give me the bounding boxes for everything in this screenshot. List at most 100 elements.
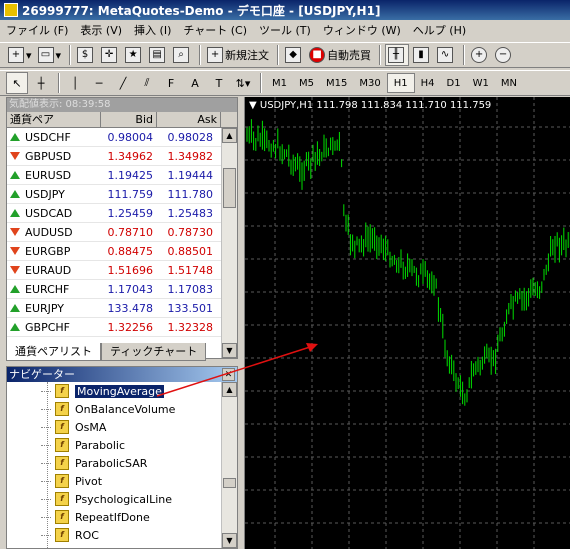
navigator-item[interactable]: f OsMA <box>7 418 237 436</box>
symbol-cell: GBPCHF <box>7 321 101 334</box>
column-symbol[interactable]: 通貨ペア <box>7 112 101 127</box>
crosshair-icon: ┼ <box>37 76 45 90</box>
arrows-button[interactable]: ⇅▾ <box>232 72 254 94</box>
navigator-panel: ナビゲーター ✕ f MovingAverage f OnBalanceVolume f… <box>6 366 238 549</box>
menu-window[interactable]: ウィンドウ (W) <box>323 22 401 38</box>
text-label-icon: T <box>215 76 223 90</box>
terminal-button[interactable]: ▤ <box>147 44 169 66</box>
menu-chart[interactable]: チャート (C) <box>183 22 247 38</box>
timeframe-w1[interactable]: W1 <box>467 73 495 93</box>
table-row[interactable]: USDJPY 111.759 111.780 <box>7 185 237 204</box>
table-row[interactable]: EURUSD 1.19425 1.19444 <box>7 166 237 185</box>
table-row[interactable]: USDCAD 1.25459 1.25483 <box>7 204 237 223</box>
scroll-down-button[interactable]: ▼ <box>222 533 237 548</box>
new-chart-button[interactable]: + ▾ <box>6 44 34 66</box>
zoom-out-button[interactable]: − <box>493 44 515 66</box>
indicator-icon: f <box>55 420 69 434</box>
menu-help[interactable]: ヘルプ (H) <box>413 22 466 38</box>
navigator-item[interactable]: f Parabolic <box>7 436 237 454</box>
candlestick-button[interactable]: ▮ <box>411 44 433 66</box>
timeframe-h1[interactable]: H1 <box>386 73 415 93</box>
close-icon[interactable]: ✕ <box>222 368 235 381</box>
trendline-icon: ╱ <box>119 76 127 90</box>
scroll-up-button[interactable]: ▲ <box>222 382 237 397</box>
menu-file[interactable]: ファイル (F) <box>6 22 68 38</box>
auto-trade-button[interactable]: ■ 自動売買 <box>307 44 373 66</box>
new-chart-icon: + <box>8 47 24 63</box>
new-order-button[interactable]: + 新規注文 <box>205 44 271 66</box>
column-bid[interactable]: Bid <box>101 112 157 127</box>
timeframe-mn[interactable]: MN <box>495 73 523 93</box>
tree-connector <box>41 445 51 446</box>
navigator-scrollbar[interactable]: ▲ ▼ <box>221 382 237 548</box>
chart-header-text: USDJPY,H1 111.798 111.834 111.710 111.75… <box>259 100 492 111</box>
ask-cell: 111.780 <box>167 187 214 201</box>
timeframe-d1[interactable]: D1 <box>441 73 467 93</box>
table-row[interactable]: AUDUSD 0.78710 0.78730 <box>7 223 237 242</box>
indicator-icon: f <box>55 474 69 488</box>
navigator-item[interactable]: f ROC <box>7 526 237 544</box>
tree-connector <box>41 517 51 518</box>
menu-tools[interactable]: ツール (T) <box>259 22 311 38</box>
profiles-button[interactable]: ▭ ▾ <box>36 44 64 66</box>
bar-chart-button[interactable]: ╫ <box>385 44 410 66</box>
timeframe-m30[interactable]: M30 <box>353 73 386 93</box>
market-watch-button[interactable]: $ <box>75 44 97 66</box>
market-watch-scrollbar[interactable]: ▲ ▼ <box>221 128 237 358</box>
line-chart-button[interactable]: ∿ <box>435 44 457 66</box>
profiles-icon: ▭ <box>37 47 54 63</box>
app-icon <box>4 3 18 17</box>
data-window-button[interactable]: ✛ <box>99 44 121 66</box>
timeframe-m1[interactable]: M1 <box>266 73 293 93</box>
text-button[interactable]: A <box>184 72 206 94</box>
ask-cell: 133.501 <box>167 301 214 315</box>
cursor-button[interactable]: ↖ <box>6 72 28 94</box>
ask-cell: 0.88501 <box>167 244 214 258</box>
market-watch-panel: 気配値表示: 08:39:58 通貨ペア Bid Ask USDCHF 0.980… <box>6 97 238 359</box>
trendline-button[interactable]: ╱ <box>112 72 134 94</box>
tester-button[interactable]: ⌕ <box>171 44 193 66</box>
title-bar: 26999777: MetaQuotes-Demo - デモ口座 - [USDJ… <box>0 0 570 20</box>
scroll-thumb[interactable] <box>223 478 236 488</box>
crosshair-button[interactable]: ┼ <box>30 72 52 94</box>
table-row[interactable]: EURGBP 0.88475 0.88501 <box>7 242 237 261</box>
crosshair-icon: ✛ <box>101 47 118 63</box>
navigator-item[interactable]: f OnBalanceVolume <box>7 400 237 418</box>
navigator-item[interactable]: f MovingAverage <box>7 382 237 400</box>
table-row[interactable]: USDCHF 0.98004 0.98028 <box>7 128 237 147</box>
table-row[interactable]: GBPUSD 1.34962 1.34982 <box>7 147 237 166</box>
metaeditor-button[interactable]: ◆ <box>283 44 305 66</box>
channel-button[interactable]: ⫽ <box>136 72 158 94</box>
price-chart[interactable]: ▼ USDJPY,H1 111.798 111.834 111.710 111.… <box>244 97 570 549</box>
menu-insert[interactable]: 挿入 (I) <box>134 22 171 38</box>
scroll-thumb[interactable] <box>223 168 236 208</box>
horizontal-line-button[interactable]: ─ <box>88 72 110 94</box>
text-label-button[interactable]: T <box>208 72 230 94</box>
column-ask[interactable]: Ask <box>157 112 221 127</box>
table-row[interactable]: EURAUD 1.51696 1.51748 <box>7 261 237 280</box>
table-row[interactable]: EURCHF 1.17043 1.17083 <box>7 280 237 299</box>
table-row[interactable]: GBPCHF 1.32256 1.32328 <box>7 318 237 337</box>
navigator-item[interactable]: f RepeatIfDone <box>7 508 237 526</box>
timeframe-h4[interactable]: H4 <box>415 73 441 93</box>
navigator-item[interactable]: f PsychologicalLine <box>7 490 237 508</box>
tab-symbols[interactable]: 通貨ペアリスト <box>6 343 101 361</box>
menu-view[interactable]: 表示 (V) <box>80 22 122 38</box>
vertical-line-button[interactable]: │ <box>64 72 86 94</box>
navigator-item[interactable]: f ParabolicSAR <box>7 454 237 472</box>
fibonacci-button[interactable]: F <box>160 72 182 94</box>
vertical-line-icon: │ <box>71 76 79 90</box>
timeframe-m15[interactable]: M15 <box>320 73 353 93</box>
tree-connector <box>41 391 51 392</box>
arrow-up-icon <box>10 209 20 217</box>
zoom-in-button[interactable]: + <box>469 44 491 66</box>
symbol-cell: EURUSD <box>7 169 101 182</box>
timeframe-m5[interactable]: M5 <box>293 73 320 93</box>
navigator-button[interactable]: ★ <box>123 44 145 66</box>
navigator-item[interactable]: f Pivot <box>7 472 237 490</box>
navigator-title-bar: ナビゲーター ✕ <box>7 367 237 382</box>
navigator-item-label: RepeatIfDone <box>75 510 150 524</box>
scroll-up-button[interactable]: ▲ <box>222 128 237 143</box>
table-row[interactable]: EURJPY 133.478 133.501 <box>7 299 237 318</box>
tab-tick-chart[interactable]: ティックチャート <box>101 343 207 361</box>
